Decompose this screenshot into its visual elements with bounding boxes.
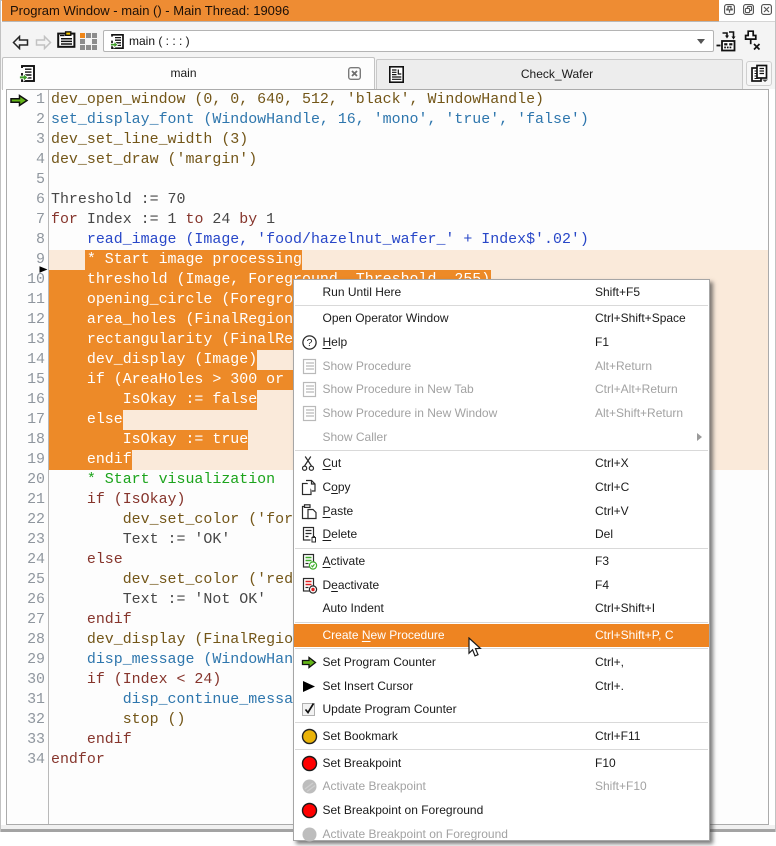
svg-text:?: ?	[307, 337, 313, 349]
